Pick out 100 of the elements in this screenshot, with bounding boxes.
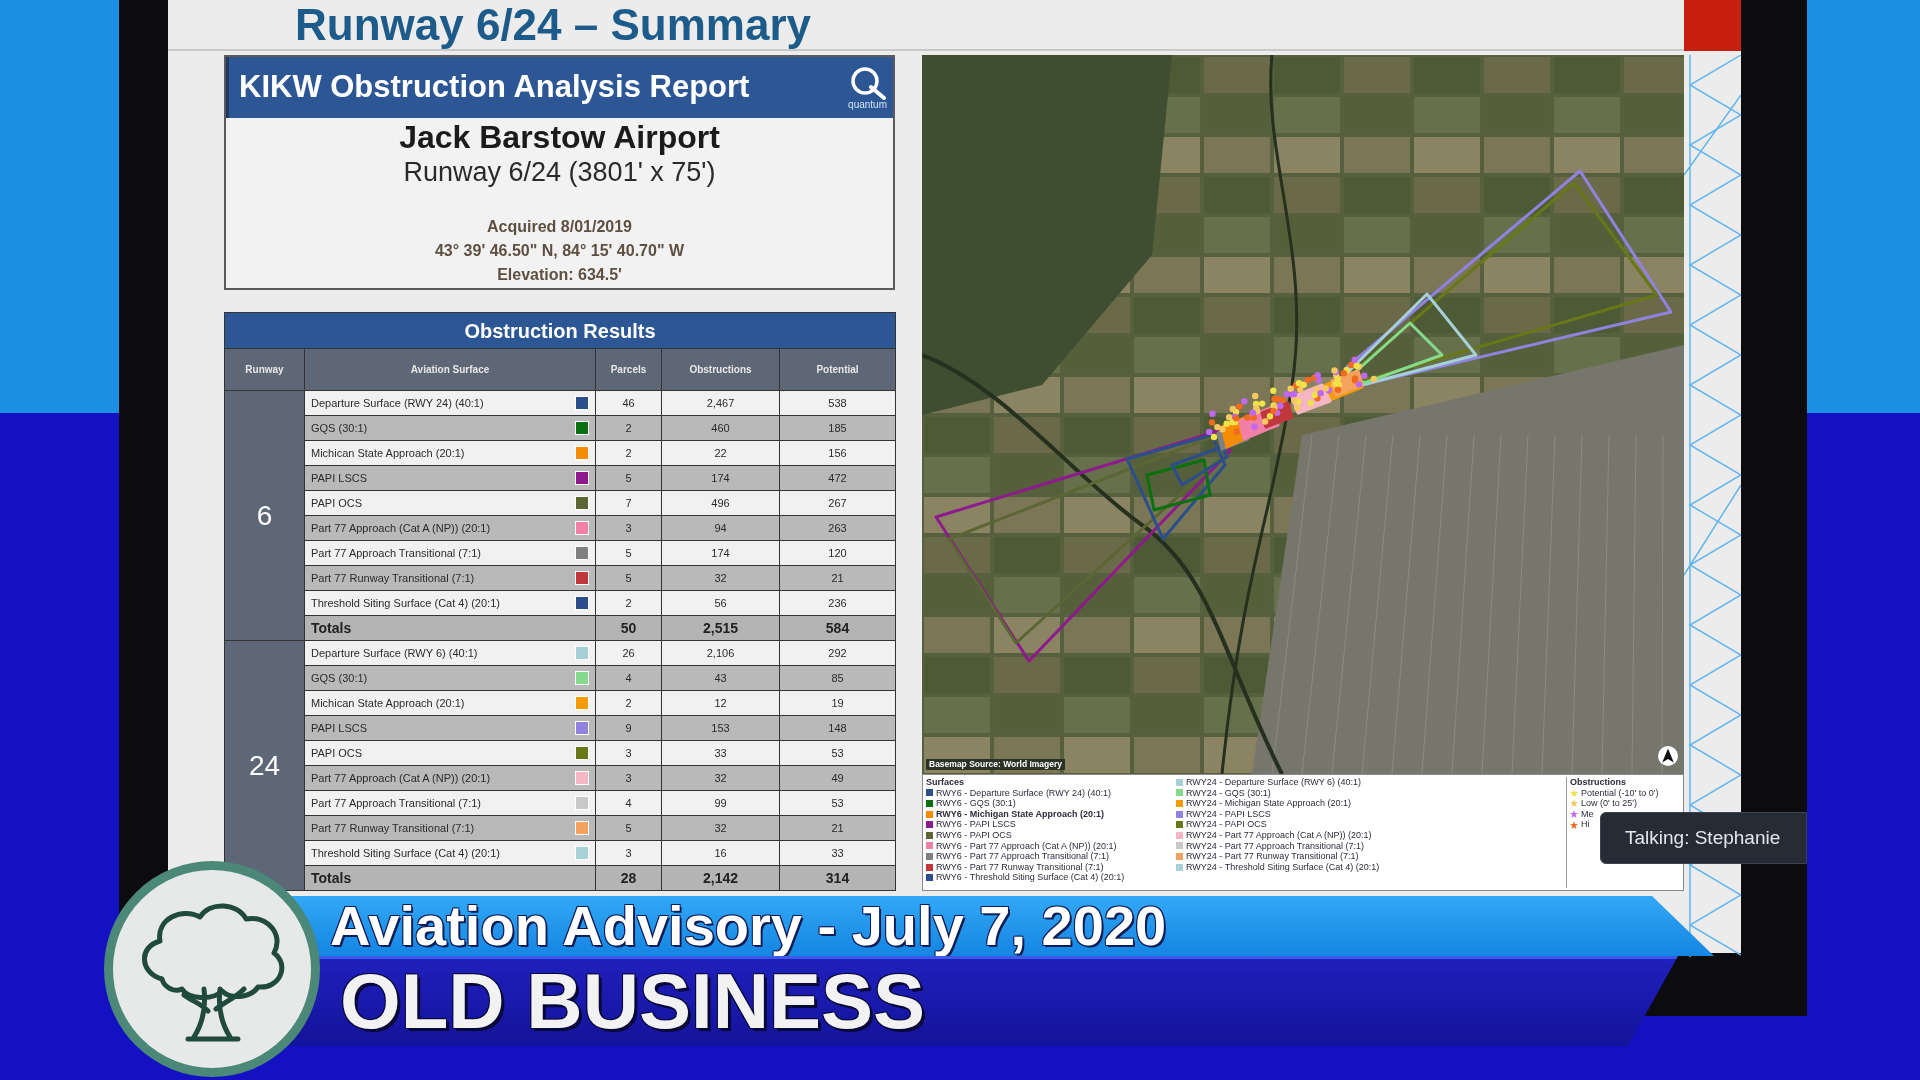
obstructions-cell: 174: [661, 540, 780, 566]
obstructions-total-cell: 2,515: [661, 615, 780, 641]
surface-name: PAPI LSCS: [311, 472, 368, 484]
basemap-source-text: Basemap Source: World Imagery: [926, 759, 1066, 770]
legend-label: RWY6 - PAPI OCS: [936, 829, 1012, 841]
legend-label: Me: [1581, 808, 1594, 820]
column-header: Potential: [779, 348, 896, 391]
obstructions-cell: 12: [661, 690, 780, 716]
report-detail-text: Elevation: 634.5': [497, 265, 622, 285]
potential-cell: 53: [779, 740, 896, 766]
legend-label: RWY6 - GQS (30:1): [936, 798, 1016, 809]
obstructions-cell: 56: [661, 590, 780, 616]
surface-name: Part 77 Runway Transitional (7:1): [311, 822, 475, 834]
potential-cell: 267: [779, 490, 896, 516]
surface-name: Part 77 Approach (Cat A (NP)) (20:1): [311, 772, 491, 784]
obstructions-cell: 174: [661, 465, 780, 491]
surface-name: Michican State Approach (20:1): [311, 447, 465, 459]
surface-name: Part 77 Approach Transitional (7:1): [311, 797, 481, 809]
meeting-title: Aviation Advisory - July 7, 2020: [330, 898, 1167, 954]
obstructions-cell: 94: [661, 515, 780, 541]
potential-total-cell: 314: [779, 865, 896, 891]
potential-cell: 49: [779, 765, 896, 791]
legend-label: RWY24 - Michigan State Approach (20:1): [1186, 798, 1351, 809]
legend-label: RWY6 - Threshold Siting Surface (Cat 4) (20:1): [936, 872, 1125, 883]
potential-cell: 21: [779, 565, 896, 591]
surface-name: GQS (30:1): [311, 422, 368, 434]
surface-name: PAPI LSCS: [311, 722, 368, 734]
potential-cell: 263: [779, 515, 896, 541]
obstructions-cell: 32: [661, 565, 780, 591]
potential-cell: 148: [779, 715, 896, 741]
obstructions-cell: 16: [661, 840, 780, 866]
speaker-indicator: Talking: Stephanie: [1600, 812, 1807, 864]
q-logo-icon: [848, 65, 887, 100]
legend-label: RWY6 - PAPI LSCS: [936, 819, 1016, 830]
legend-heading: Surfaces: [926, 777, 966, 788]
legend-label: RWY6 - Departure Surface (RWY 24) (40:1): [936, 787, 1112, 799]
column-header: Aviation Surface: [304, 348, 596, 391]
legend-label: RWY6 - Part 77 Approach Transitional (7:1): [936, 851, 1109, 862]
legend-label: RWY24 - Departure Surface (RWY 6) (40:1): [1186, 777, 1362, 788]
column-header: Parcels: [595, 348, 662, 391]
obstructions-cell: 32: [661, 765, 780, 791]
potential-cell: 33: [779, 840, 896, 866]
obstructions-cell: 32: [661, 815, 780, 841]
legend-label: RWY6 - Michigan State Approach (20:1): [936, 808, 1105, 820]
surface-name: Part 77 Approach Transitional (7:1): [311, 547, 481, 559]
runway-dimensions: Runway 6/24 (3801' x 75'): [403, 156, 716, 188]
legend-label: Hi: [1581, 819, 1590, 830]
totals-label-cell: Totals: [304, 615, 596, 641]
obstructions-total-cell: 2,142: [661, 865, 780, 891]
column-header: Obstructions: [661, 348, 780, 391]
totals-label-cell: Totals: [304, 865, 596, 891]
legend-label: Low (0' to 25'): [1581, 798, 1637, 809]
surface-name: Threshold Siting Surface (Cat 4) (20:1): [311, 597, 500, 609]
obstructions-cell: 460: [661, 415, 780, 441]
potential-cell: 236: [779, 590, 896, 616]
runway-cell: 6: [224, 390, 305, 641]
airport-name: Jack Barstow Airport: [399, 118, 720, 156]
potential-cell: 292: [779, 640, 896, 666]
obstructions-cell: 43: [661, 665, 780, 691]
corner-accent: [1684, 0, 1741, 51]
surface-name: Threshold Siting Surface (Cat 4) (20:1): [311, 847, 500, 859]
potential-cell: 19: [779, 690, 896, 716]
surface-name: PAPI OCS: [311, 497, 363, 509]
potential-cell: 538: [779, 390, 896, 416]
report-detail-text: 43° 39' 46.50" N, 84° 15' 40.70" W: [434, 241, 685, 261]
surface-name: PAPI OCS: [311, 747, 363, 759]
results-title-bar: Obstruction Results: [224, 312, 896, 349]
potential-cell: 21: [779, 815, 896, 841]
potential-cell: 53: [779, 790, 896, 816]
potential-cell: 472: [779, 465, 896, 491]
legend-label: RWY24 - Part 77 Approach (Cat A (NP)) (20:1): [1186, 829, 1372, 841]
obstructions-cell: 496: [661, 490, 780, 516]
legend-label: RWY24 - Threshold Siting Surface (Cat 4) (20:1): [1186, 861, 1380, 873]
obstructions-cell: 2,467: [661, 390, 780, 416]
legend-label: RWY24 - Part 77 Runway Transitional (7:1): [1186, 851, 1359, 862]
potential-total-cell: 584: [779, 615, 896, 641]
slide-title: Runway 6/24 – Summary: [295, 2, 811, 47]
potential-cell: 156: [779, 440, 896, 466]
report-title: KIKW Obstruction Analysis Report: [239, 70, 750, 105]
obstructions-cell: 33: [661, 740, 780, 766]
legend-label: RWY24 - Part 77 Approach Transitional (7:1): [1186, 840, 1364, 852]
obstructions-cell: 99: [661, 790, 780, 816]
legend-heading: Obstructions: [1570, 777, 1627, 788]
potential-cell: 120: [779, 540, 896, 566]
surface-name: Michican State Approach (20:1): [311, 697, 465, 709]
legend-label: Potential (-10' to 0'): [1581, 787, 1659, 799]
surface-name: Part 77 Runway Transitional (7:1): [311, 572, 475, 584]
surface-name: Part 77 Approach (Cat A (NP)) (20:1): [311, 522, 491, 534]
legend-label: RWY6 - Part 77 Approach (Cat A (NP)) (20:1): [936, 840, 1117, 852]
legend-label: RWY6 - Part 77 Runway Transitional (7:1): [936, 861, 1104, 873]
obstructions-cell: 153: [661, 715, 780, 741]
surface-name: GQS (30:1): [311, 672, 368, 684]
runway-cell: 24: [224, 640, 305, 891]
section-title: OLD BUSINESS: [340, 962, 926, 1040]
column-header: Runway: [224, 348, 305, 391]
legend-label: RWY24 - PAPI LSCS: [1186, 808, 1271, 820]
logo-text: quantum: [848, 99, 887, 110]
surface-name: Departure Surface (RWY 6) (40:1): [311, 647, 478, 659]
potential-cell: 185: [779, 415, 896, 441]
legend-label: RWY24 - PAPI OCS: [1186, 819, 1267, 830]
